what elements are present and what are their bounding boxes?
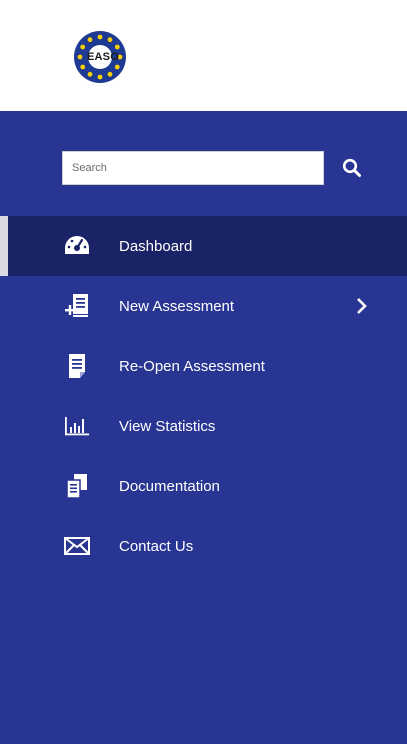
- new-assessment-icon: [64, 293, 90, 319]
- header: EASO: [0, 0, 407, 111]
- search-input[interactable]: [62, 151, 324, 185]
- documentation-icon: [64, 473, 90, 499]
- statistics-icon: [64, 413, 90, 439]
- search-button[interactable]: [338, 153, 366, 183]
- sidebar-item-documentation[interactable]: Documentation: [0, 456, 407, 516]
- sidebar-item-label: New Assessment: [119, 297, 235, 315]
- envelope-icon: [64, 533, 90, 559]
- sidebar-item-label: Re-Open Assessment: [119, 357, 265, 375]
- easo-logo: EASO: [73, 30, 127, 84]
- sidebar-item-label: Contact Us: [119, 537, 194, 555]
- sidebar-item-dashboard[interactable]: Dashboard: [0, 216, 407, 276]
- sidebar-item-label: View Statistics: [119, 417, 216, 435]
- sidebar-menu: Dashboard New Assessment Re-Open Assessm…: [0, 216, 407, 576]
- dashboard-icon: [64, 233, 90, 259]
- chevron-right-icon[interactable]: [354, 296, 370, 316]
- sidebar: Dashboard New Assessment: [0, 111, 407, 744]
- sidebar-item-new-assessment[interactable]: New Assessment: [0, 276, 407, 336]
- document-icon: [64, 353, 90, 379]
- search-bar: [62, 151, 372, 191]
- app: EASO Search Dashboard New Assessment Re-…: [0, 0, 407, 744]
- sidebar-item-reopen-assessment[interactable]: Re-Open Assessment: [0, 336, 407, 396]
- search-icon: [342, 158, 361, 177]
- sidebar-item-label: Dashboard: [119, 237, 193, 255]
- sidebar-item-label: Documentation: [119, 477, 220, 495]
- logo-text: EASO: [87, 51, 119, 63]
- sidebar-item-view-statistics[interactable]: View Statistics: [0, 396, 407, 456]
- sidebar-item-contact-us[interactable]: Contact Us: [0, 516, 407, 576]
